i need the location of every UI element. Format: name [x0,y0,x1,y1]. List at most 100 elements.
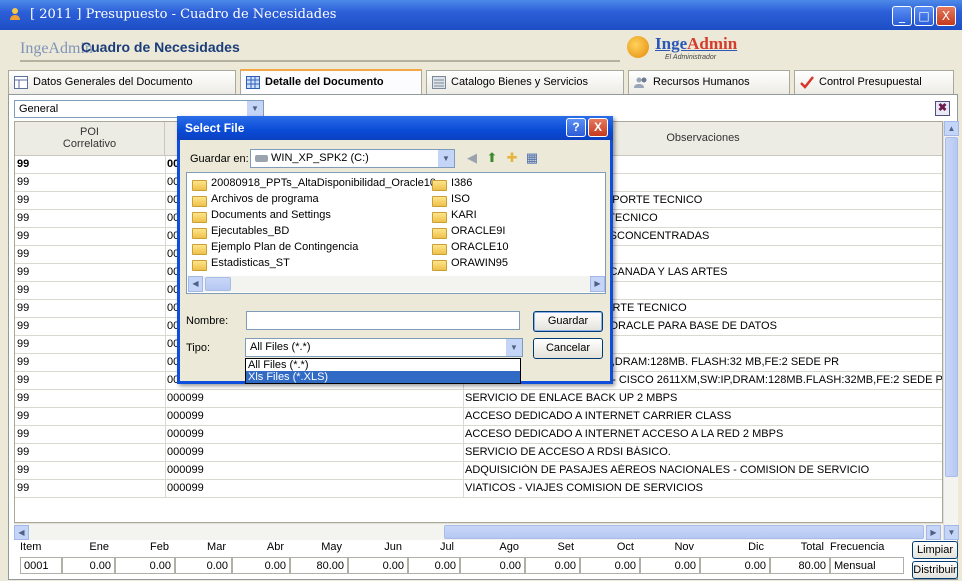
table-row[interactable]: 99 000099 SERVICIO DE ACCESO A RDSI BÁSICO… [15,444,942,462]
amount-field[interactable]: 0.00 [700,557,770,574]
table-row[interactable]: 99 000099 ACCESO DEDICADO A INTERNET ACCES… [15,426,942,444]
vertical-scrollbar[interactable]: ▲ ▼ [943,121,959,540]
distribuir-button[interactable]: Distribuir [912,561,958,579]
scroll-thumb[interactable] [205,277,231,291]
scroll-right-icon[interactable]: ▶ [926,525,941,540]
tab-catalogo-bienes[interactable]: Catalogo Bienes y Servicios [426,70,624,94]
chevron-down-icon[interactable]: ▼ [438,150,454,167]
file-name-input[interactable] [246,311,520,330]
scroll-right-icon[interactable]: ▶ [590,276,605,292]
folder-item[interactable]: ORACLE9I [431,225,505,241]
scroll-left-icon[interactable]: ◀ [14,525,29,540]
tab-recursos-humanos[interactable]: Recursos Humanos [628,70,790,94]
header-observaciones-label: Observaciones [666,132,740,144]
tab-detalle-documento[interactable]: Detalle del Documento [240,69,422,94]
up-folder-icon[interactable]: ⬆ [483,150,501,166]
folder-name: ORACLE10 [451,241,509,253]
chevron-down-icon[interactable]: ▼ [247,101,263,117]
folder-item[interactable]: Ejemplo Plan de Contingencia [191,241,358,257]
folder-item[interactable]: ORACLE10 [431,241,508,257]
column-header-poi[interactable]: POI Correlativo [15,122,165,156]
help-button[interactable]: ? [566,118,586,137]
tab-label: Catalogo Bienes y Servicios [451,76,588,88]
folder-item[interactable]: KARI [431,209,477,225]
folder-name: ORACLE9I [451,225,506,237]
cell-poi: 99 [17,158,30,170]
scroll-left-icon[interactable]: ◀ [188,276,203,292]
save-button[interactable]: Guardar [533,311,603,332]
chevron-down-icon[interactable]: ▼ [506,339,522,356]
scroll-thumb[interactable] [945,137,958,477]
monthly-header: Set [557,541,574,553]
amount-field[interactable]: 0.00 [640,557,700,574]
cell-observaciones: ACCESO DEDICADO A INTERNET CARRIER CLASS [465,410,732,422]
maximize-button[interactable]: □ [914,6,934,26]
dialog-close-button[interactable]: X [588,118,608,137]
scroll-down-icon[interactable]: ▼ [944,525,959,540]
amount-field[interactable]: 0.00 [115,557,175,574]
look-in-select[interactable]: WIN_XP_SPK2 (C:) ▼ [250,149,455,168]
folder-icon [432,260,447,271]
cell-code: 000099 [167,446,204,458]
view-menu-icon[interactable]: ▦ [523,150,541,166]
folder-item[interactable]: Archivos de programa [191,193,319,209]
file-type-option[interactable]: All Files (*.*) [246,359,520,371]
amount-field[interactable]: 0.00 [62,557,115,574]
amount-field[interactable]: 0.00 [460,557,525,574]
window-title: [ 2011 ] Presupuesto - Cuadro de Necesid… [30,7,337,22]
folder-item[interactable]: Documents and Settings [191,209,331,225]
folder-icon [432,196,447,207]
tab-control-presupuestal[interactable]: Control Presupuestal [794,70,954,94]
cell-divider [165,426,166,444]
file-type-select[interactable]: All Files (*.*) ▼ [245,338,523,357]
folder-name: Archivos de programa [211,193,319,205]
frecuencia-field[interactable]: Mensual [830,557,904,574]
name-label: Nombre: [186,315,229,327]
amount-field[interactable]: 0.00 [525,557,580,574]
amount-field[interactable]: 0.00 [348,557,408,574]
scroll-up-icon[interactable]: ▲ [944,121,959,136]
tab-datos-generales[interactable]: Datos Generales del Documento [8,70,236,94]
back-icon[interactable]: ◀ [463,150,481,166]
table-row[interactable]: 99 000099 ACCESO DEDICADO A INTERNET CARRI… [15,408,942,426]
file-type-option-selected[interactable]: Xls Files (*.XLS) [246,371,520,383]
globe-icon [627,36,649,58]
scroll-thumb[interactable] [444,525,924,539]
cell-divider [165,246,166,264]
table-row[interactable]: 99 000099 SERVICIO DE ENLACE BACK UP 2 MBP… [15,390,942,408]
amount-field[interactable]: 0.00 [175,557,232,574]
folder-icon [192,196,207,207]
item-field[interactable]: 0001 [20,557,62,574]
amount-field[interactable]: 0.00 [580,557,640,574]
horizontal-scrollbar[interactable]: ◀ ▶ [14,523,943,540]
cell-divider [463,444,464,462]
folder-item[interactable]: ISO [431,193,470,209]
cell-divider [165,300,166,318]
excel-close-icon[interactable]: ✖ [935,101,950,116]
cell-divider [463,426,464,444]
folder-item[interactable]: Ejecutables_BD [191,225,289,241]
cancel-button[interactable]: Cancelar [533,338,603,359]
monthly-header: Total [800,541,824,553]
amount-field[interactable]: 0.00 [232,557,290,574]
look-in-value: WIN_XP_SPK2 (C:) [271,152,369,164]
folder-item[interactable]: Estadisticas_ST [191,257,290,273]
close-button[interactable]: X [936,6,956,26]
folder-item[interactable]: I386 [431,177,472,193]
amount-field[interactable]: 80.00 [290,557,348,574]
limpiar-button[interactable]: Limpiar [912,541,958,559]
folder-item[interactable]: 20080918_PPTs_AltaDisponibilidad_Oracle1… [191,177,442,193]
minimize-button[interactable]: _ [892,6,912,26]
cell-divider [165,228,166,246]
amount-field[interactable]: 80.00 [770,557,830,574]
cell-poi: 99 [17,212,30,224]
table-row[interactable]: 99 000099 ADQUISICIÓN DE PASAJES AÉREOS NA… [15,462,942,480]
file-list-scrollbar[interactable]: ◀ ▶ [188,276,605,292]
new-folder-icon[interactable]: ✚ [503,150,521,166]
cell-poi: 99 [17,266,30,278]
folder-icon [432,180,447,191]
amount-field[interactable]: 0.00 [408,557,460,574]
cell-poi: 99 [17,194,30,206]
folder-item[interactable]: ORAWIN95 [431,257,508,273]
table-row[interactable]: 99 000099 VIATICOS - VIAJES COMISION DE SE… [15,480,942,498]
